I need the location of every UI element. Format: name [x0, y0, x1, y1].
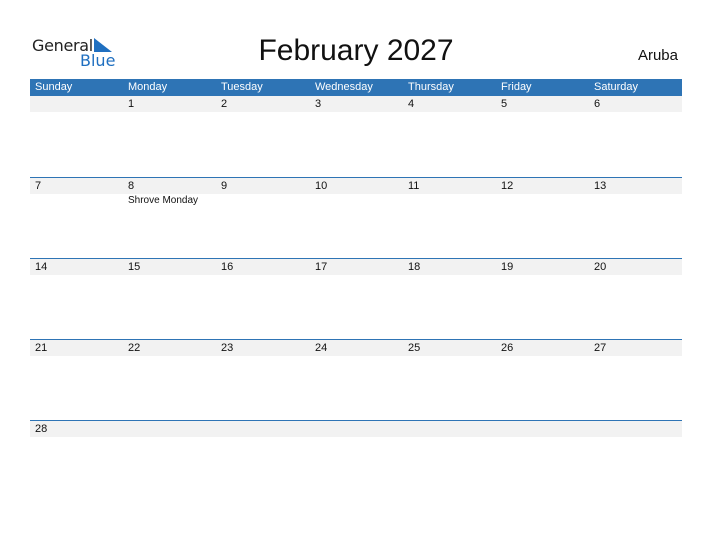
day-number: 12	[501, 180, 514, 192]
day-number: 16	[221, 261, 234, 273]
day-number: 11	[408, 180, 420, 192]
day-number: 5	[501, 98, 508, 110]
day-number: 21	[35, 342, 48, 354]
weekday-thursday: Thursday	[408, 81, 454, 93]
week-row: 7 8 Shrove Monday 9 10 11 12 13	[30, 177, 682, 259]
day-number: 28	[35, 423, 48, 435]
day-number: 25	[408, 342, 421, 354]
day-number: 4	[408, 98, 415, 110]
weekday-sunday: Sunday	[35, 81, 73, 93]
day-number: 10	[315, 180, 328, 192]
day-number: 27	[594, 342, 607, 354]
day-number: 8	[128, 180, 135, 192]
day-number: 23	[221, 342, 234, 354]
week-row: 28	[30, 420, 682, 502]
calendar-title: February 2027	[258, 34, 454, 67]
day-number: 17	[315, 261, 328, 273]
day-number: 18	[408, 261, 421, 273]
day-number: 24	[315, 342, 328, 354]
day-number: 7	[35, 180, 42, 192]
day-number: 2	[221, 98, 228, 110]
day-number: 19	[501, 261, 514, 273]
day-number: 14	[35, 261, 48, 273]
day-number: 26	[501, 342, 514, 354]
country-label: Aruba	[637, 47, 678, 64]
weekday-friday: Friday	[501, 81, 532, 93]
day-number: 9	[221, 180, 228, 192]
day-number: 1	[128, 98, 135, 110]
date-strip	[30, 421, 682, 437]
day-number: 20	[594, 261, 607, 273]
weekday-wednesday: Wednesday	[315, 81, 373, 93]
weekday-tuesday: Tuesday	[221, 81, 263, 93]
weekday-saturday: Saturday	[594, 81, 639, 93]
week-row: 21 22 23 24 25 26 27	[30, 339, 682, 421]
day-number: 3	[315, 98, 322, 110]
holiday-label: Shrove Monday	[128, 195, 199, 206]
weekday-monday: Monday	[128, 81, 168, 93]
day-number: 15	[128, 261, 141, 273]
day-number: 22	[128, 342, 141, 354]
week-row: 1 2 3 4 5 6	[30, 96, 682, 177]
day-number: 6	[594, 98, 601, 110]
weekday-header: Sunday Monday Tuesday Wednesday Thursday…	[30, 79, 682, 96]
week-row: 14 15 16 17 18 19 20	[30, 258, 682, 340]
day-number: 13	[594, 180, 607, 192]
